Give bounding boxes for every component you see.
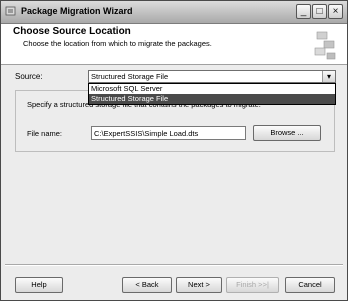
- next-button[interactable]: Next >: [176, 277, 222, 293]
- browse-button[interactable]: Browse ...: [253, 125, 321, 141]
- source-option-sql-server[interactable]: Microsoft SQL Server: [89, 84, 335, 94]
- cancel-button[interactable]: Cancel: [285, 277, 335, 293]
- close-icon[interactable]: ×: [328, 4, 343, 19]
- package-icon: [5, 6, 16, 16]
- finish-button[interactable]: Finish >>|: [226, 277, 279, 293]
- footer-divider: [5, 264, 343, 266]
- source-dropdown-list: Microsoft SQL Server Structured Storage …: [88, 83, 336, 105]
- title-bar[interactable]: Package Migration Wizard _ □ ×: [1, 1, 347, 24]
- wizard-header: Choose Source Location Choose the locati…: [1, 24, 347, 65]
- source-select[interactable]: Structured Storage File ▾: [88, 70, 336, 83]
- page-title: Choose Source Location: [13, 26, 131, 37]
- file-name-label: File name:: [27, 129, 63, 138]
- source-selected-value: Structured Storage File: [91, 72, 169, 81]
- source-label: Source:: [15, 72, 43, 81]
- wizard-graphic-icon: [314, 31, 336, 60]
- minimize-icon[interactable]: _: [296, 4, 311, 19]
- chevron-down-icon[interactable]: ▾: [322, 71, 335, 82]
- wizard-window: Package Migration Wizard _ □ × Choose So…: [0, 0, 348, 301]
- maximize-icon[interactable]: □: [312, 4, 327, 19]
- page-subtitle: Choose the location from which to migrat…: [23, 39, 212, 48]
- back-button[interactable]: < Back: [122, 277, 172, 293]
- source-option-structured-storage[interactable]: Structured Storage File: [89, 94, 335, 104]
- help-button[interactable]: Help: [15, 277, 63, 293]
- window-title: Package Migration Wizard: [21, 6, 133, 16]
- file-name-input[interactable]: [91, 126, 246, 140]
